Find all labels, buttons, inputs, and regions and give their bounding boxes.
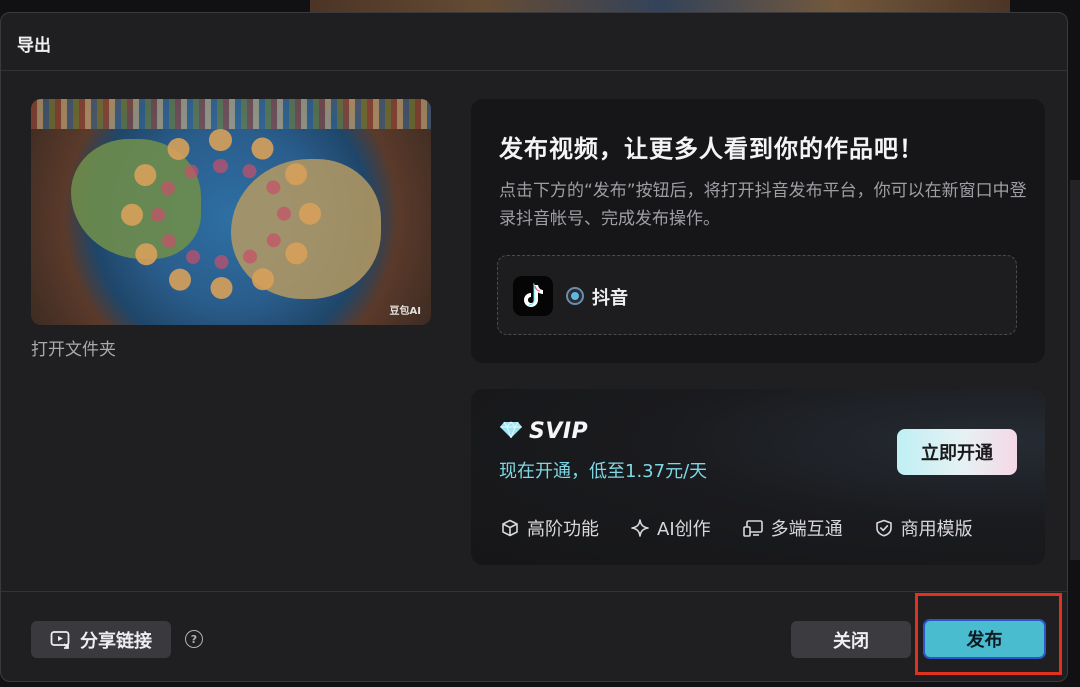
feature-multi-device: 多端互通 — [742, 515, 843, 541]
background-right-panel — [1070, 180, 1080, 560]
footer-divider — [1, 591, 1067, 592]
share-video-icon — [50, 630, 70, 649]
shield-check-icon — [875, 519, 892, 537]
share-link-label: 分享链接 — [80, 630, 152, 652]
platform-radio[interactable] — [566, 287, 584, 305]
help-circle-icon[interactable]: ? — [185, 630, 203, 648]
devices-icon — [742, 520, 763, 537]
thumbnail-watermark: 豆包AI — [389, 306, 421, 317]
tiktok-logo-icon — [513, 276, 553, 316]
publish-card: 发布视频，让更多人看到你的作品吧！ 点击下方的“发布”按钮后，将打开抖音发布平台… — [471, 99, 1045, 363]
svip-subscribe-button[interactable]: 立即开通 — [897, 429, 1017, 475]
close-button[interactable]: 关闭 — [791, 621, 911, 658]
publish-button[interactable]: 发布 — [923, 619, 1046, 659]
platform-option-douyin[interactable]: 抖音 — [497, 255, 1017, 335]
diamond-icon — [499, 420, 523, 443]
video-thumbnail: 豆包AI — [31, 99, 431, 325]
title-divider — [1, 70, 1067, 71]
publish-heading: 发布视频，让更多人看到你的作品吧！ — [499, 135, 924, 163]
svip-title: SVIP — [529, 419, 589, 444]
svip-features: 高阶功能 AI创作 多端互通 商用模版 — [501, 515, 1005, 541]
open-folder-link[interactable]: 打开文件夹 — [31, 335, 116, 360]
feature-advanced: 高阶功能 — [501, 515, 599, 541]
publish-description: 点击下方的“发布”按钮后，将打开抖音发布平台，你可以在新窗口中登录抖音帐号、完成… — [499, 181, 1027, 229]
export-dialog: 导出 豆包AI 打开文件夹 发布视频，让更多人看到你的作品吧！ 点击下方的“发布… — [0, 12, 1068, 682]
svip-card: SVIP 现在开通，低至1.37元/天 立即开通 高阶功能 AI创作 多端互通 … — [471, 389, 1045, 565]
dialog-title: 导出 — [17, 36, 51, 56]
share-link-button[interactable]: 分享链接 — [31, 621, 171, 658]
feature-commercial-templates: 商用模版 — [875, 515, 973, 541]
feature-ai-create: AI创作 — [631, 515, 711, 541]
cube-icon — [502, 519, 518, 537]
platform-label: 抖音 — [592, 288, 628, 309]
sparkle-icon — [631, 519, 649, 537]
background-video-strip — [310, 0, 1010, 12]
svip-promo-text: 现在开通，低至1.37元/天 — [499, 461, 708, 482]
